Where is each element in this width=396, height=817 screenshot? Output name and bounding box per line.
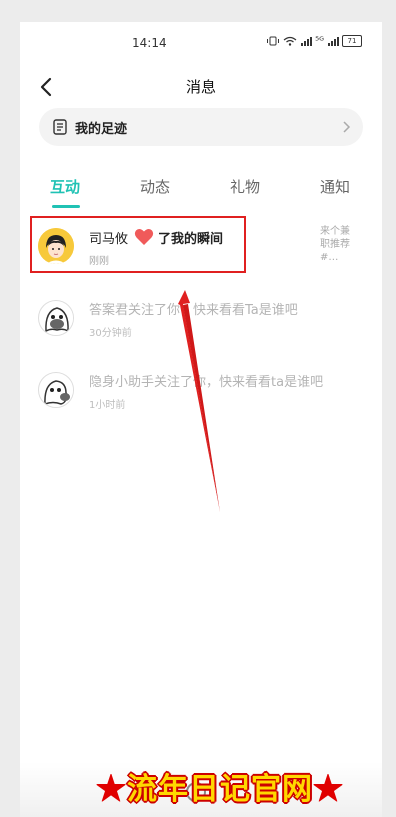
highlight-box <box>30 216 246 273</box>
phone-screen: 14:14 ⁵ᴳ 71 消息 我的足迹 互动 动态 礼物 通知 司马攸 了我的瞬… <box>20 22 382 817</box>
tab-interaction[interactable]: 互动 <box>50 176 80 197</box>
avatar <box>38 372 74 408</box>
signal-icon <box>301 37 313 46</box>
status-icons: ⁵ᴳ 71 <box>266 35 362 47</box>
star-icon: ★ <box>96 772 127 807</box>
message-text: 答案君关注了你，快来看看Ta是谁吧 <box>89 303 298 318</box>
watermark: ★流年日记官网★ <box>96 764 388 808</box>
tab-notifications[interactable]: 通知 <box>320 176 350 197</box>
nav-bar: 消息 <box>20 64 382 108</box>
message-text: 隐身小助手关注了你，快来看看ta是谁吧 <box>89 375 324 390</box>
tab-bar: 互动 动态 礼物 通知 <box>20 172 382 212</box>
side-snippet-line-1: 来个兼 <box>320 226 350 237</box>
message-row-3[interactable]: 隐身小助手关注了你，快来看看ta是谁吧 1小时前 <box>20 364 382 420</box>
vibrate-icon <box>267 36 280 46</box>
page-title: 消息 <box>185 78 216 96</box>
wifi-icon <box>283 36 297 46</box>
avatar <box>38 300 74 336</box>
network-type: ⁵ᴳ <box>315 35 324 47</box>
document-icon <box>53 119 67 135</box>
footprint-button[interactable]: 我的足迹 <box>39 108 363 146</box>
status-bar: 14:14 ⁵ᴳ 71 <box>20 22 382 64</box>
watermark-text: 流年日记官网 <box>127 772 313 807</box>
tab-active-indicator <box>52 205 80 208</box>
chevron-right-icon <box>343 121 351 133</box>
tab-gifts[interactable]: 礼物 <box>230 176 260 197</box>
status-time: 14:14 <box>132 36 167 50</box>
tab-moments[interactable]: 动态 <box>140 176 170 197</box>
signal-icon-2 <box>328 37 339 46</box>
side-snippet[interactable]: 来个兼 职推荐 #… <box>320 225 360 264</box>
message-row-2[interactable]: 答案君关注了你，快来看看Ta是谁吧 30分钟前 <box>20 292 382 348</box>
side-snippet-line-2: 职推荐 <box>320 239 350 250</box>
star-icon: ★ <box>313 772 344 807</box>
message-time: 1小时前 <box>89 400 126 411</box>
battery-icon: 71 <box>342 35 362 47</box>
footprint-label: 我的足迹 <box>75 122 128 137</box>
side-snippet-line-3: #… <box>320 252 339 263</box>
message-time: 30分钟前 <box>89 328 132 339</box>
